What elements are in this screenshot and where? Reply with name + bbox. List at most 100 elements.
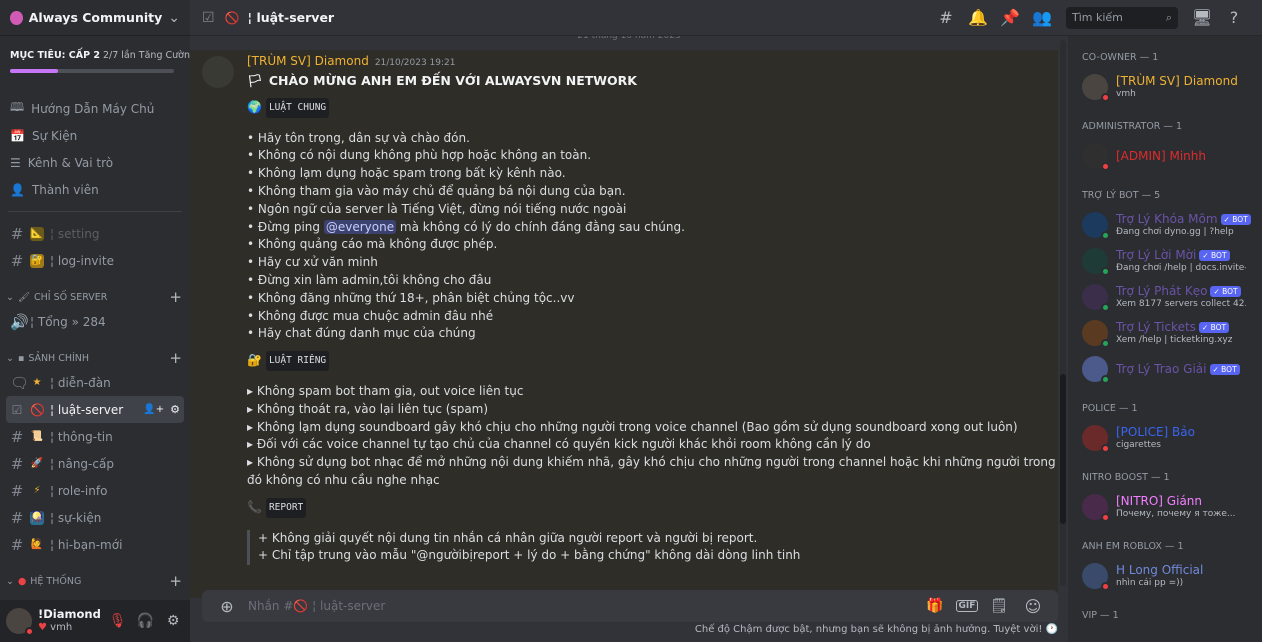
rule-item: ▸ Không spam bot tham gia, out voice liê… [247, 383, 524, 398]
nav-members[interactable]: 👤 Thành viên [0, 176, 190, 203]
help-icon[interactable]: ? [1218, 8, 1250, 27]
avatar[interactable] [6, 608, 34, 636]
message-composer[interactable]: ⊕ Nhắn #🚫 ¦ luật-server 🎁 GIF 🗒 ☺ [202, 590, 1058, 622]
hash-icon: # [10, 454, 24, 473]
rule-item: • Không lạm dụng hoặc spam trong bất kỳ … [247, 166, 566, 181]
headphones-muted-icon[interactable]: 🎧 [135, 613, 157, 629]
bot-badge: ✓ BOT [1210, 286, 1241, 297]
category-main[interactable]: ⌄ ▪ SẢNH CHÍNH + [0, 347, 190, 369]
mic-muted-icon[interactable]: 🎙 [107, 613, 129, 629]
add-channel-icon[interactable]: + [169, 572, 182, 590]
status-dot-icon [1101, 231, 1110, 240]
channel-rules[interactable]: ☑ 🚫 ¦ luật-server 👤+ ⚙ [6, 396, 184, 423]
member-item[interactable]: [TRÙM SV] Diamond vmh [1076, 69, 1262, 105]
member-item[interactable]: Trợ Lý Khóa Mõm ✓ BOT Đang chơi dyno.gg | … [1076, 207, 1262, 243]
bot-badge: ✓ BOT [1199, 250, 1230, 261]
member-item[interactable]: H Long Official nhìn cái pp =)) [1076, 558, 1262, 594]
status-dot-icon [1101, 339, 1110, 348]
member-item[interactable]: Trợ Lý Lời Mời ✓ BOT Đang chơi /help | doc… [1076, 243, 1262, 279]
member-text: Trợ Lý Khóa Mõm ✓ BOT Đang chơi dyno.gg | … [1116, 212, 1251, 238]
nav-label: Sự Kiện [31, 128, 78, 143]
threads-icon[interactable]: # [930, 8, 962, 27]
chevron-down-icon: ⌄ [6, 352, 14, 364]
member-list-icon[interactable]: 👥 [1026, 8, 1058, 27]
everyone-mention[interactable]: @everyone [323, 219, 397, 234]
channel-boost[interactable]: # 🚀 ¦ nâng-cấp [6, 450, 184, 477]
boost-goal[interactable]: MỤC TIÊU: CẤP 22/7 lần Tăng Cường› [0, 36, 190, 79]
channel-log-invite[interactable]: # 🔐 ¦ log-invite [6, 247, 184, 274]
category-system[interactable]: ⌄ ● HỆ THỐNG + [0, 570, 190, 592]
add-channel-icon[interactable]: + [169, 349, 182, 367]
channel-welcome[interactable]: # 🙋 ¦ hi-bạn-mới [6, 531, 184, 558]
sticker-icon[interactable]: 🗒 [986, 598, 1012, 614]
member-name-text: H Long Official [1116, 563, 1204, 577]
channel-total-members[interactable]: 🔊 ¦ Tổng » 284 [6, 308, 184, 335]
member-item[interactable]: [ADMIN] Minhh [1076, 138, 1262, 174]
pin-icon[interactable]: 📌 [994, 8, 1026, 27]
slowmode-notice: Chế độ Chậm được bật, nhưng bạn sẽ không… [694, 624, 1058, 635]
emoji-icon[interactable]: ☺ [1020, 597, 1046, 616]
channel-header: ☑ 🚫 ¦ luật-server # 🔔 📌 👥 Tìm kiếm ⌕ 🖥 ? [190, 0, 1262, 36]
channel-info[interactable]: # 📜 ¦ thông-tin [6, 423, 184, 450]
member-item[interactable]: [POLICE] Bảo cigarettes [1076, 420, 1262, 456]
server-nav: 🕮 Hướng Dẫn Máy Chủ 📅 Sự Kiện ☰ Kênh & Vai … [0, 95, 190, 203]
member-text: [TRÙM SV] Diamond vmh [1116, 74, 1238, 100]
add-channel-icon[interactable]: + [169, 288, 182, 306]
member-item[interactable]: Trợ Lý Tickets ✓ BOT Xem /help | ticketkin… [1076, 315, 1262, 351]
member-name: [POLICE] Bảo [1116, 425, 1195, 439]
message-input[interactable]: Nhắn #🚫 ¦ luật-server [248, 599, 914, 613]
bell-icon[interactable]: 🔔 [962, 8, 994, 27]
chat-scrollbar[interactable] [1060, 40, 1066, 586]
channel-label: ¦ nâng-cấp [50, 456, 114, 471]
avatar[interactable] [202, 56, 234, 88]
rules-general-list-2: • Không quảng cáo mà không được phép. • H… [247, 236, 1058, 343]
member-item[interactable]: Trợ Lý Trao Giải ✓ BOT [1076, 351, 1262, 387]
channels-icon: ☰ [10, 155, 21, 170]
hash-icon: # [10, 481, 24, 500]
channel-forum[interactable]: 🗨 ★ ¦ diễn-đàn [6, 369, 184, 396]
member-item[interactable]: Trợ Lý Phát Kẹo ✓ BOT Xem 8177 servers col… [1076, 279, 1262, 315]
avatar [1082, 494, 1110, 522]
scrollbar-thumb[interactable] [1060, 374, 1066, 524]
gear-icon[interactable]: ⚙ [170, 403, 180, 416]
member-group-header: ANH EM ROBLOX — 1 [1082, 541, 1184, 552]
gear-icon[interactable]: ⚙ [162, 613, 184, 629]
category-stats[interactable]: ⌄ 🖌 CHỈ SỐ SERVER + [0, 286, 190, 308]
star-icon: ★ [32, 376, 42, 388]
chevron-down-icon[interactable]: ⌄ [168, 10, 180, 26]
channel-events[interactable]: # 🎑 ¦ sự-kiện [6, 504, 184, 531]
server-header[interactable]: Always Community ⌄ [0, 0, 190, 36]
user-names[interactable]: !Diamond ♥ vmh [38, 607, 101, 635]
member-status: vmh [1116, 89, 1136, 99]
message[interactable]: [TRÙM SV] Diamond 21/10/2023 19:21 🏳 CHÀO … [190, 50, 1058, 598]
section-report: 📞 REPORT [247, 497, 1058, 518]
voice-icon: 🔊 [10, 312, 29, 331]
add-attachment-icon[interactable]: ⊕ [214, 597, 240, 616]
hash-icon: # [10, 508, 24, 527]
member-name: Trợ Lý Khóa Mõm ✓ BOT [1116, 212, 1251, 226]
status-dot-icon [1101, 162, 1110, 171]
member-name: [TRÙM SV] Diamond [1116, 74, 1238, 88]
member-status: Đang chơi /help | docs.invite-... [1116, 263, 1246, 273]
member-group-header: VIP — 1 [1082, 610, 1119, 621]
member-name-text: Trợ Lý Khóa Mõm [1116, 212, 1218, 226]
nav-channels-roles[interactable]: ☰ Kênh & Vai trò [0, 149, 190, 176]
gif-button[interactable]: GIF [956, 600, 978, 612]
channel-role-info[interactable]: # ⚡ ¦ role-info [6, 477, 184, 504]
invite-icon[interactable]: 👤+ [143, 404, 164, 415]
server-icon [10, 10, 23, 25]
member-item[interactable]: [NITRO] Giánn Почему, почему я тоже... [1076, 489, 1262, 525]
member-name: [NITRO] Giánn [1116, 494, 1235, 508]
search-input[interactable]: Tìm kiếm ⌕ [1066, 6, 1178, 29]
inbox-icon[interactable]: 🖥 [1186, 8, 1218, 27]
nav-server-guide[interactable]: 🕮 Hướng Dẫn Máy Chủ [0, 95, 190, 122]
dnd-status-icon [25, 627, 34, 636]
member-name-text: [POLICE] Bảo [1116, 425, 1195, 439]
hash-icon: # [10, 427, 24, 446]
nav-events[interactable]: 📅 Sự Kiện [0, 122, 190, 149]
rule-item: ▸ Không thoát ra, vào lại liên tục (spam… [247, 401, 489, 416]
gift-icon[interactable]: 🎁 [922, 598, 948, 614]
bot-badge: ✓ BOT [1220, 214, 1251, 225]
message-author[interactable]: [TRÙM SV] Diamond [247, 54, 369, 68]
channel-setting[interactable]: # 📐 ¦ setting [6, 220, 184, 247]
